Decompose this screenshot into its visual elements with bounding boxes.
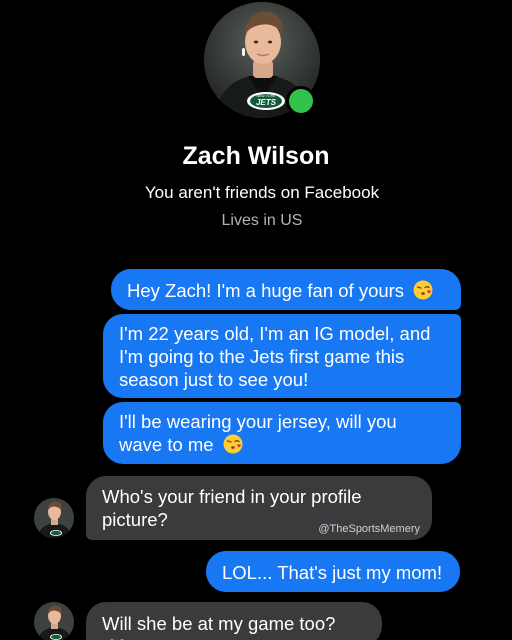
profile-name: Zach Wilson bbox=[182, 142, 330, 170]
friend-status-text: You aren't friends on Facebook bbox=[144, 183, 380, 202]
watermark-text: @TheSportsMemery bbox=[318, 523, 420, 535]
message-bubble-sent[interactable]: I'm 22 years old, I'm an IG model, and I… bbox=[103, 314, 461, 398]
message-text: LOL... That's just my mom! bbox=[222, 562, 443, 583]
message-bubble-received[interactable]: Will she be at my game too? bbox=[86, 602, 382, 640]
message-text: Will she be at my game too? bbox=[102, 613, 336, 634]
message-bubble-sent[interactable]: Hey Zach! I'm a huge fan of yours bbox=[111, 269, 461, 310]
kissing-face-emoji-icon bbox=[413, 280, 433, 300]
kissing-face-emoji-icon bbox=[223, 434, 243, 454]
logo-text: JETS bbox=[256, 98, 277, 107]
online-status-indicator bbox=[286, 86, 316, 116]
messenger-screen: NEW YORK JETS Zach Wilson You aren't fri… bbox=[0, 0, 512, 640]
message-bubble-sent[interactable]: LOL... That's just my mom! bbox=[206, 551, 460, 592]
message-text: I'll be wearing your jersey, will you wa… bbox=[119, 411, 397, 455]
message-text: I'm 22 years old, I'm an IG model, and I… bbox=[119, 323, 431, 390]
sender-avatar[interactable] bbox=[34, 498, 74, 538]
message-bubble-received[interactable]: Who's your friend in your profile pictur… bbox=[86, 476, 432, 540]
message-bubble-sent[interactable]: I'll be wearing your jersey, will you wa… bbox=[103, 402, 461, 464]
message-text: Hey Zach! I'm a huge fan of yours bbox=[127, 280, 405, 301]
location-text: Lives in US bbox=[221, 212, 303, 229]
sender-avatar[interactable] bbox=[34, 602, 74, 640]
